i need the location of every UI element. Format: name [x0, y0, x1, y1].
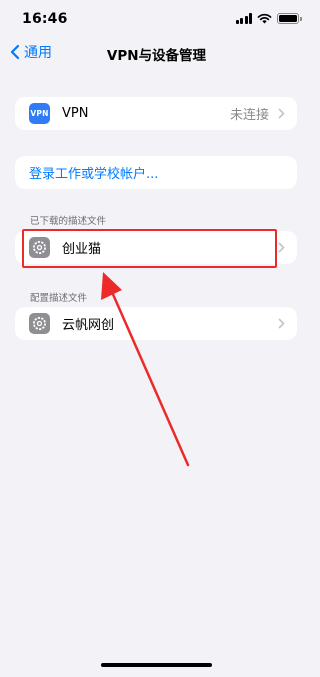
annotation-arrow-icon	[101, 272, 190, 467]
home-indicator[interactable]	[101, 663, 212, 667]
